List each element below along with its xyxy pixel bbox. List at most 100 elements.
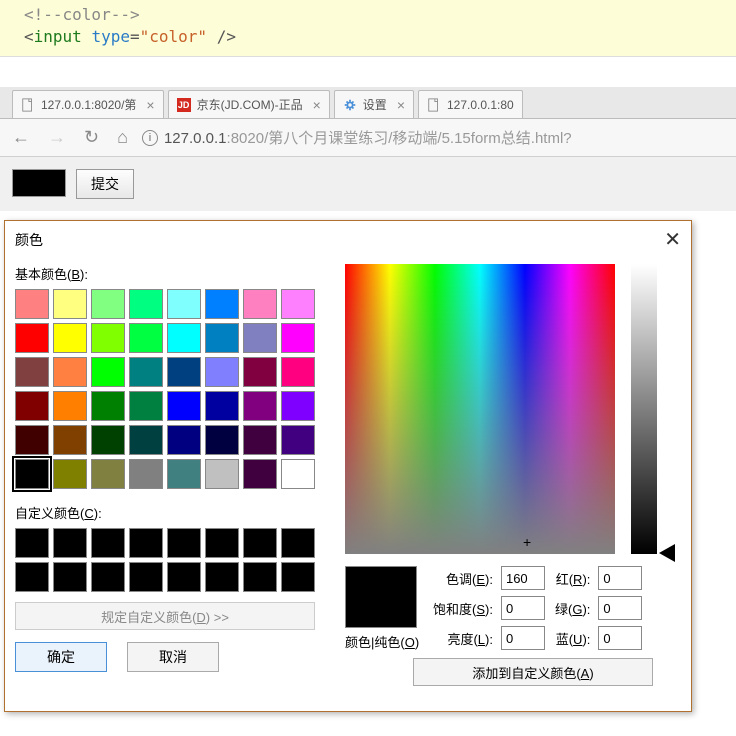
- custom-color-swatch[interactable]: [243, 562, 277, 592]
- basic-color-swatch[interactable]: [15, 425, 49, 455]
- custom-color-swatch[interactable]: [129, 562, 163, 592]
- info-icon[interactable]: i: [142, 130, 158, 146]
- close-icon[interactable]: ×: [397, 97, 405, 113]
- lum-input[interactable]: [501, 626, 545, 650]
- green-input[interactable]: [598, 596, 642, 620]
- basic-color-swatch[interactable]: [129, 391, 163, 421]
- basic-color-swatch[interactable]: [167, 357, 201, 387]
- basic-colors-grid: [15, 289, 325, 489]
- basic-color-swatch[interactable]: [167, 391, 201, 421]
- basic-color-swatch[interactable]: [167, 289, 201, 319]
- ok-button[interactable]: 确定: [15, 642, 107, 672]
- basic-color-swatch[interactable]: [15, 323, 49, 353]
- color-gradient-picker[interactable]: +: [345, 264, 615, 554]
- custom-color-swatch[interactable]: [129, 528, 163, 558]
- basic-color-swatch[interactable]: [281, 459, 315, 489]
- basic-color-swatch[interactable]: [281, 289, 315, 319]
- basic-color-swatch[interactable]: [53, 391, 87, 421]
- custom-color-swatch[interactable]: [15, 562, 49, 592]
- custom-color-swatch[interactable]: [53, 528, 87, 558]
- basic-color-swatch[interactable]: [205, 425, 239, 455]
- define-custom-button[interactable]: 规定自定义颜色(D) >>: [15, 602, 315, 630]
- basic-color-swatch[interactable]: [53, 459, 87, 489]
- basic-color-swatch[interactable]: [129, 425, 163, 455]
- basic-color-swatch[interactable]: [129, 323, 163, 353]
- custom-color-swatch[interactable]: [205, 562, 239, 592]
- basic-color-swatch[interactable]: [243, 289, 277, 319]
- custom-color-swatch[interactable]: [15, 528, 49, 558]
- basic-color-swatch[interactable]: [91, 289, 125, 319]
- basic-color-swatch[interactable]: [129, 357, 163, 387]
- browser-tab-3[interactable]: 127.0.0.1:80: [418, 90, 523, 118]
- browser-tab-0[interactable]: 127.0.0.1:8020/第 ×: [12, 90, 164, 118]
- basic-color-swatch[interactable]: [205, 459, 239, 489]
- basic-color-swatch[interactable]: [205, 357, 239, 387]
- custom-color-swatch[interactable]: [281, 528, 315, 558]
- custom-colors-grid: [15, 528, 325, 592]
- basic-color-swatch[interactable]: [15, 357, 49, 387]
- basic-color-swatch[interactable]: [91, 357, 125, 387]
- basic-color-swatch[interactable]: [129, 459, 163, 489]
- basic-color-swatch[interactable]: [205, 391, 239, 421]
- basic-color-swatch[interactable]: [281, 323, 315, 353]
- basic-color-swatch[interactable]: [15, 391, 49, 421]
- custom-color-swatch[interactable]: [91, 562, 125, 592]
- browser-tab-2[interactable]: 设置 ×: [334, 90, 414, 118]
- basic-color-swatch[interactable]: [91, 323, 125, 353]
- url-text: 127.0.0.1:8020/第八个月课堂练习/移动端/5.15form总结.h…: [164, 127, 572, 148]
- basic-color-swatch[interactable]: [167, 425, 201, 455]
- basic-color-swatch[interactable]: [53, 357, 87, 387]
- cancel-button[interactable]: 取消: [127, 642, 219, 672]
- home-button[interactable]: ⌂: [113, 127, 132, 148]
- color-dialog: 颜色 ✕ 基本颜色(B): 自定义颜色(C): 规定自定义颜色(D) >> 确定…: [4, 220, 692, 712]
- basic-color-swatch[interactable]: [281, 357, 315, 387]
- close-icon[interactable]: ✕: [664, 227, 681, 252]
- basic-color-swatch[interactable]: [205, 289, 239, 319]
- basic-color-swatch[interactable]: [53, 425, 87, 455]
- basic-color-swatch[interactable]: [167, 459, 201, 489]
- color-input[interactable]: [12, 169, 66, 197]
- lum-label: 亮度(L):: [433, 629, 493, 648]
- basic-color-swatch[interactable]: [91, 425, 125, 455]
- basic-color-swatch[interactable]: [129, 289, 163, 319]
- basic-color-swatch[interactable]: [243, 357, 277, 387]
- custom-color-swatch[interactable]: [167, 528, 201, 558]
- custom-color-swatch[interactable]: [205, 528, 239, 558]
- red-input[interactable]: [598, 566, 642, 590]
- browser-tab-1[interactable]: JD 京东(JD.COM)-正品 ×: [168, 90, 330, 118]
- url-bar[interactable]: i 127.0.0.1:8020/第八个月课堂练习/移动端/5.15form总结…: [142, 127, 728, 148]
- close-icon[interactable]: ×: [313, 97, 321, 113]
- basic-color-swatch[interactable]: [281, 425, 315, 455]
- custom-color-swatch[interactable]: [281, 562, 315, 592]
- basic-color-swatch[interactable]: [53, 323, 87, 353]
- custom-color-swatch[interactable]: [91, 528, 125, 558]
- forward-button[interactable]: →: [44, 127, 70, 148]
- basic-color-swatch[interactable]: [91, 391, 125, 421]
- blue-input[interactable]: [598, 626, 642, 650]
- basic-color-swatch[interactable]: [205, 323, 239, 353]
- basic-color-swatch[interactable]: [281, 391, 315, 421]
- custom-color-swatch[interactable]: [167, 562, 201, 592]
- close-icon[interactable]: ×: [146, 97, 154, 113]
- basic-color-swatch[interactable]: [15, 459, 49, 489]
- preview-label: 颜色|纯色(O): [345, 632, 419, 651]
- back-button[interactable]: ←: [8, 127, 34, 148]
- add-to-custom-button[interactable]: 添加到自定义颜色(A): [413, 658, 653, 686]
- basic-color-swatch[interactable]: [53, 289, 87, 319]
- basic-color-swatch[interactable]: [243, 391, 277, 421]
- luminosity-arrow-icon[interactable]: [659, 544, 675, 562]
- custom-color-swatch[interactable]: [243, 528, 277, 558]
- luminosity-slider[interactable]: [631, 264, 657, 554]
- basic-color-swatch[interactable]: [243, 323, 277, 353]
- sat-input[interactable]: [501, 596, 545, 620]
- reload-button[interactable]: ↻: [80, 127, 103, 148]
- basic-color-swatch[interactable]: [167, 323, 201, 353]
- submit-button[interactable]: 提交: [76, 169, 134, 199]
- custom-color-swatch[interactable]: [53, 562, 87, 592]
- basic-color-swatch[interactable]: [243, 459, 277, 489]
- basic-color-swatch[interactable]: [91, 459, 125, 489]
- basic-color-swatch[interactable]: [15, 289, 49, 319]
- hue-input[interactable]: [501, 566, 545, 590]
- basic-color-swatch[interactable]: [243, 425, 277, 455]
- custom-colors-label: 自定义颜色(C):: [15, 503, 325, 522]
